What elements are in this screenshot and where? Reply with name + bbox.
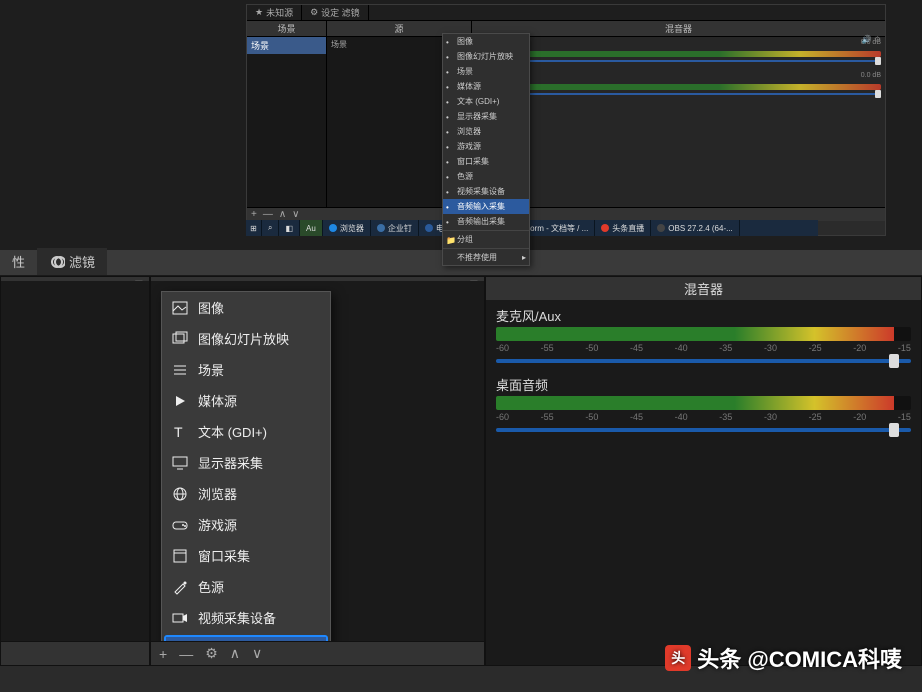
video-icon bbox=[172, 610, 188, 626]
taskbar-browser[interactable]: 浏览器 bbox=[323, 220, 371, 236]
mixer-track-desktop: 桌面音频 -60-55-50-45-40-35-30-25-20-15 bbox=[496, 375, 911, 432]
top-mixer-header: 混音器 bbox=[472, 21, 885, 37]
top-tab-1[interactable]: ★未知源 bbox=[247, 5, 302, 20]
ctx-item-media[interactable]: 媒体源 bbox=[162, 385, 330, 416]
mixer-mic-meter bbox=[496, 327, 911, 341]
mixer-desktop-scale: -60-55-50-45-40-35-30-25-20-15 bbox=[496, 412, 911, 422]
add-source-context-menu: 图像图像幻灯片放映场景媒体源文本 (GDI+)显示器采集浏览器游戏源窗口采集色源… bbox=[161, 291, 331, 641]
add-source-button[interactable]: + bbox=[159, 646, 167, 662]
mini-ctx-item-8[interactable]: •窗口采集 bbox=[443, 154, 529, 169]
mini-ctx-item-2[interactable]: •场景 bbox=[443, 64, 529, 79]
top-mix1-icons[interactable]: 🔊 ⚙ bbox=[862, 35, 881, 44]
ctx-item-image[interactable]: 图像 bbox=[162, 292, 330, 323]
top-up-btn[interactable]: ∧ bbox=[279, 209, 286, 220]
display-icon bbox=[172, 455, 188, 471]
browser-icon bbox=[172, 486, 188, 502]
move-up-button[interactable]: ∧ bbox=[230, 645, 240, 662]
lower-sources-panel: ⇱ 👁 🔒 图像图像幻灯片放映场景媒体源文本 (GDI+)显示器采集浏览器游戏源… bbox=[150, 276, 485, 666]
top-mix1-meter bbox=[476, 51, 881, 57]
scene-icon bbox=[172, 362, 188, 378]
taskbar-taskview[interactable]: ◧ bbox=[279, 220, 300, 236]
taskbar-ding[interactable]: 企业钉 bbox=[371, 220, 419, 236]
window-icon bbox=[172, 548, 188, 564]
mixer-desktop-meter bbox=[496, 396, 911, 410]
slideshow-icon bbox=[172, 331, 188, 347]
mini-ctx-item-0[interactable]: •图像 bbox=[443, 34, 529, 49]
top-mini-context-menu: •图像•图像幻灯片放映•场景•媒体源•文本 (GDI+)•显示器采集•浏览器•游… bbox=[442, 33, 530, 266]
mini-ctx-item-9[interactable]: •色源 bbox=[443, 169, 529, 184]
top-sources-panel: 源 场景 👁 🔒 •图像•图像幻灯片放映•场景•媒体源•文本 (GDI+)•显示… bbox=[327, 21, 472, 207]
watermark: 头 头条 @COMICA科唛 bbox=[665, 642, 902, 674]
ctx-item-text[interactable]: 文本 (GDI+) bbox=[162, 416, 330, 447]
top-remove-btn[interactable]: — bbox=[263, 209, 273, 220]
lower-mixer-panel: 混音器 麦克风/Aux -60-55-50-45-40-35-30-25-20-… bbox=[485, 276, 922, 666]
ctx-item-display[interactable]: 显示器采集 bbox=[162, 447, 330, 478]
mixer-mic-slider[interactable] bbox=[496, 359, 911, 363]
mini-ctx-deprecated[interactable]: 不推荐使用▸ bbox=[443, 250, 529, 265]
lower-tab-filter[interactable]: 滤镜 bbox=[37, 248, 107, 275]
taskbar-start[interactable]: ⊞ bbox=[246, 220, 262, 236]
mixer-desktop-slider[interactable] bbox=[496, 428, 911, 432]
top-mix2-db: 0.0 dB bbox=[861, 72, 881, 79]
mini-ctx-item-7[interactable]: •游戏源 bbox=[443, 139, 529, 154]
text-icon bbox=[172, 424, 188, 440]
mini-ctx-item-4[interactable]: •文本 (GDI+) bbox=[443, 94, 529, 109]
ctx-item-browser[interactable]: 浏览器 bbox=[162, 478, 330, 509]
mixer-mic-label: 麦克风/Aux bbox=[496, 306, 911, 325]
watermark-text: 头条 @COMICA科唛 bbox=[697, 642, 902, 674]
game-icon bbox=[172, 517, 188, 533]
lower-scenes-panel: ⇱ bbox=[0, 276, 150, 666]
mini-ctx-item-1[interactable]: •图像幻灯片放映 bbox=[443, 49, 529, 64]
media-icon bbox=[172, 393, 188, 409]
ctx-item-slideshow[interactable]: 图像幻灯片放映 bbox=[162, 323, 330, 354]
ctx-item-game[interactable]: 游戏源 bbox=[162, 509, 330, 540]
top-tab-2[interactable]: ⚙设定 滤镜 bbox=[302, 5, 369, 20]
taskbar-obs[interactable]: OBS 27.2.4 (64-... bbox=[651, 220, 739, 236]
lower-sources-toolbar: + — ⚙ ∧ ∨ bbox=[151, 641, 484, 665]
lower-obs-window: 性 滤镜 ⇱ ⇱ 👁 🔒 图像图像幻灯片放映场景媒体源文本 (GDI+)显示器 bbox=[0, 250, 922, 692]
lower-mixer-title: 混音器 bbox=[486, 277, 921, 300]
mixer-mic-scale: -60-55-50-45-40-35-30-25-20-15 bbox=[496, 343, 911, 353]
top-tabs: ★未知源 ⚙设定 滤镜 bbox=[247, 5, 885, 21]
top-scenes-panel: 场景 场景 bbox=[247, 21, 327, 207]
top-footer-toolbar: + — ∧ ∨ bbox=[247, 207, 885, 221]
mini-ctx-item-5[interactable]: •显示器采集 bbox=[443, 109, 529, 124]
top-obs-screenshot: ★未知源 ⚙设定 滤镜 场景 场景 源 场景 👁 🔒 •图像•图像幻灯片放映•场… bbox=[246, 4, 886, 236]
windows-taskbar: ⊞ ⌕ ◧ Au 浏览器 企业钉 电脑屏幕的四个... Storm - 文档等 … bbox=[246, 220, 818, 236]
mini-ctx-item-11[interactable]: •音频输入采集 bbox=[443, 199, 529, 214]
mini-ctx-group[interactable]: 📁分组 bbox=[443, 232, 529, 247]
top-mix1-slider[interactable] bbox=[476, 60, 881, 62]
filter-icon bbox=[49, 254, 65, 270]
move-down-button[interactable]: ∨ bbox=[252, 645, 262, 662]
source-settings-button[interactable]: ⚙ bbox=[205, 645, 218, 662]
remove-source-button[interactable]: — bbox=[179, 646, 193, 662]
taskbar-search[interactable]: ⌕ bbox=[262, 220, 279, 236]
mini-ctx-item-3[interactable]: •媒体源 bbox=[443, 79, 529, 94]
top-add-btn[interactable]: + bbox=[251, 209, 257, 220]
ctx-item-color[interactable]: 色源 bbox=[162, 571, 330, 602]
top-scenes-header: 场景 bbox=[247, 21, 326, 37]
mini-ctx-item-6[interactable]: •浏览器 bbox=[443, 124, 529, 139]
mixer-desktop-label: 桌面音频 bbox=[496, 375, 911, 394]
taskbar-au[interactable]: Au bbox=[300, 220, 323, 236]
mixer-track-mic: 麦克风/Aux -60-55-50-45-40-35-30-25-20-15 bbox=[496, 306, 911, 363]
top-mix2-slider[interactable] bbox=[476, 93, 881, 95]
top-mixer-panel: 混音器 麦克风/Aux 0.0 dB 🔊 ⚙ 桌面音频 0.0 dB bbox=[472, 21, 885, 207]
ctx-item-video[interactable]: 视频采集设备 bbox=[162, 602, 330, 633]
ctx-item-audio-in[interactable]: 音频输入采集 bbox=[166, 637, 326, 641]
image-icon bbox=[172, 300, 188, 316]
mini-ctx-item-12[interactable]: •音频输出采集 bbox=[443, 214, 529, 229]
color-icon bbox=[172, 579, 188, 595]
top-scene-item[interactable]: 场景 bbox=[247, 37, 326, 54]
mini-ctx-item-10[interactable]: •视频采集设备 bbox=[443, 184, 529, 199]
lower-tab-attr[interactable]: 性 bbox=[0, 248, 37, 275]
top-mix2-meter bbox=[476, 84, 881, 90]
top-down-btn[interactable]: ∨ bbox=[292, 209, 299, 220]
lower-scenes-toolbar bbox=[1, 641, 149, 665]
taskbar-toutiao[interactable]: 头条直播 bbox=[595, 220, 651, 236]
watermark-logo: 头 bbox=[665, 645, 691, 671]
ctx-item-scene[interactable]: 场景 bbox=[162, 354, 330, 385]
ctx-item-window[interactable]: 窗口采集 bbox=[162, 540, 330, 571]
